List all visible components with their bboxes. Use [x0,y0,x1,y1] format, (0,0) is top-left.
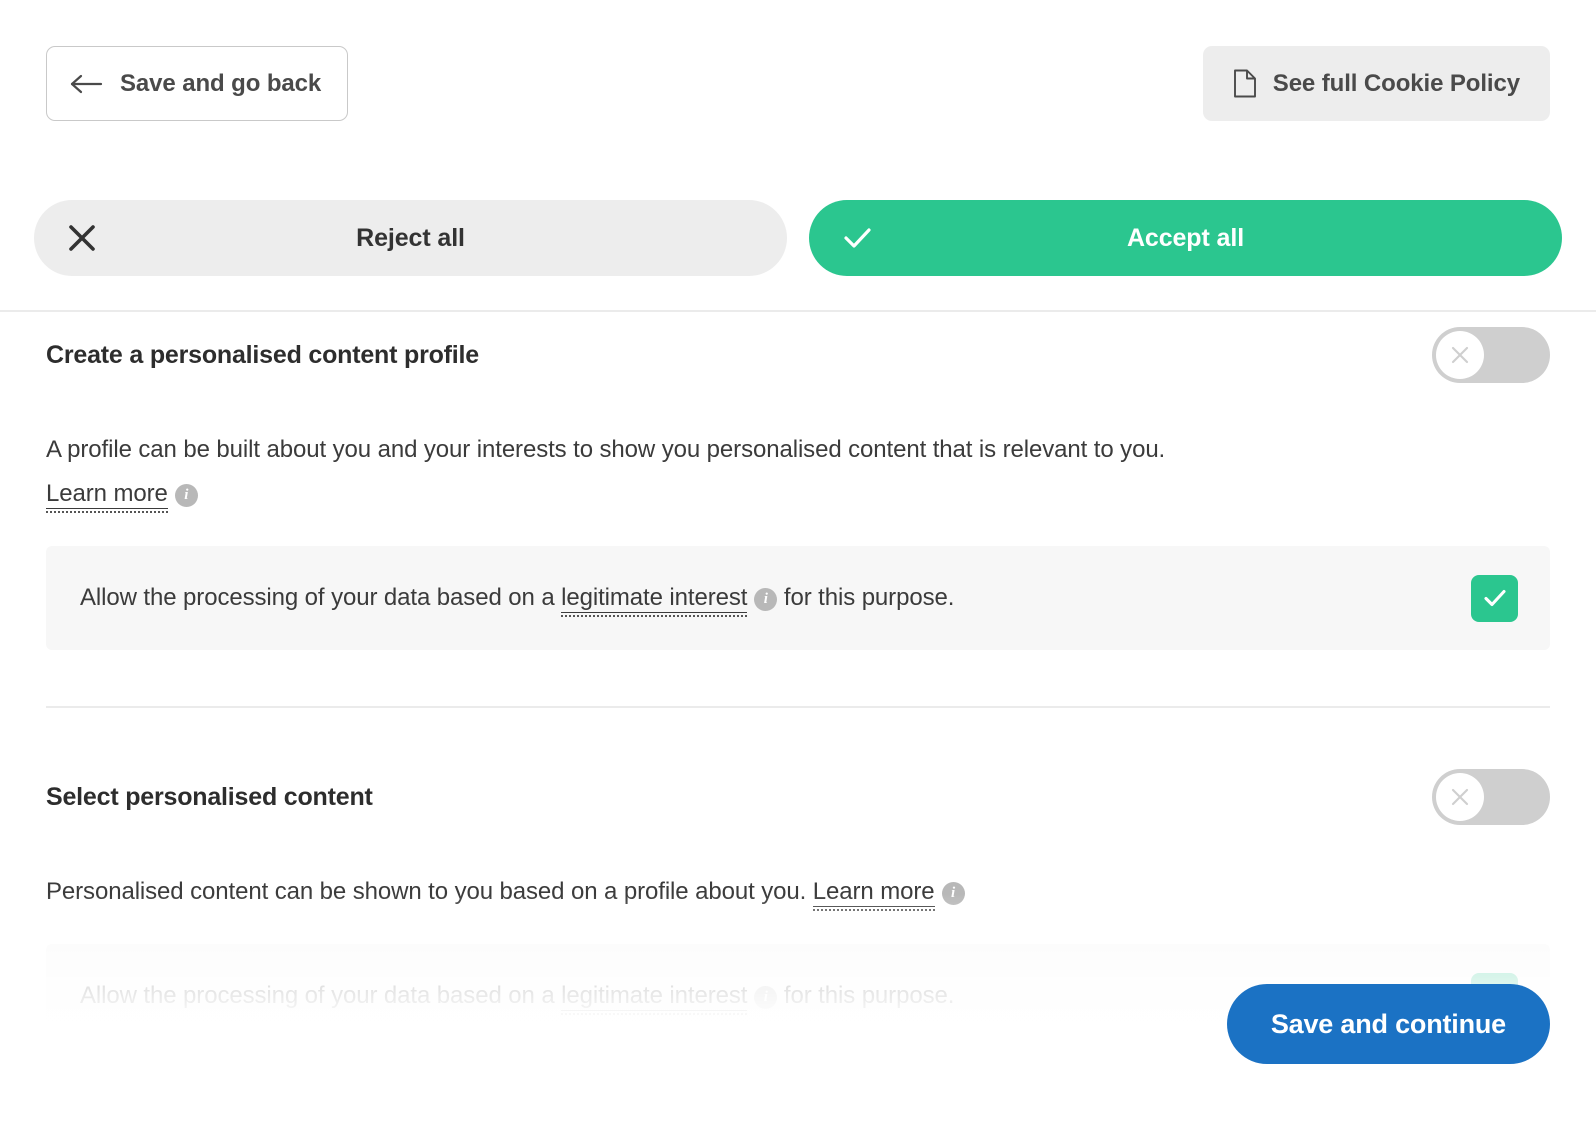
legitimate-interest-text: Allow the processing of your data based … [80,584,955,613]
purpose-description-text: Personalised content can be shown to you… [46,878,807,905]
arrow-left-icon [69,73,103,95]
li-text-after: for this purpose. [777,982,955,1009]
purpose-consent-toggle[interactable] [1432,769,1550,825]
accept-all-label: Accept all [1126,223,1245,252]
consent-action-bar: Reject all Accept all [0,200,1596,276]
reject-all-label: Reject all [356,223,465,252]
purpose-title: Select personalised content [46,782,373,811]
purpose-header: Select personalised content [46,766,1550,828]
purpose-description: A profile can be built about you and you… [46,428,1550,516]
info-icon[interactable]: i [941,882,965,905]
purpose-block: Create a personalised content profile A … [46,312,1550,708]
legitimate-interest-text: Allow the processing of your data based … [80,982,955,1011]
see-full-cookie-policy-button[interactable]: See full Cookie Policy [1202,46,1550,121]
info-icon[interactable]: i [174,484,198,507]
accept-all-button[interactable]: Accept all [809,200,1562,276]
document-icon [1233,69,1257,98]
save-and-continue-button[interactable]: Save and continue [1226,984,1550,1064]
li-text-after: for this purpose. [777,584,955,611]
learn-more-link[interactable]: Learn more [812,878,935,907]
info-icon[interactable]: i [754,986,778,1009]
cookie-consent-panel: Save and go back See full Cookie Policy … [0,0,1596,1124]
toggle-knob [1436,773,1484,821]
purpose-header: Create a personalised content profile [46,324,1550,386]
legitimate-interest-link[interactable]: legitimate interest [561,584,747,613]
learn-more-link[interactable]: Learn more [46,480,168,509]
info-icon[interactable]: i [754,588,778,611]
toggle-knob [1436,331,1484,379]
li-text-before: Allow the processing of your data based … [80,584,562,611]
close-x-icon [1451,788,1469,806]
purpose-title: Create a personalised content profile [46,340,479,369]
purpose-description: Personalised content can be shown to you… [46,870,1550,914]
header-nav-bar: Save and go back See full Cookie Policy [0,0,1596,170]
see-full-cookie-policy-label: See full Cookie Policy [1272,69,1520,97]
save-and-go-back-button[interactable]: Save and go back [46,46,349,121]
li-text-before: Allow the processing of your data based … [80,982,562,1009]
purpose-description-text: A profile can be built about you and you… [46,436,1166,463]
close-x-icon [66,222,98,254]
check-icon [1483,589,1506,607]
check-icon [841,222,873,254]
reject-all-button[interactable]: Reject all [34,200,787,276]
close-x-icon [1451,346,1469,364]
purpose-consent-toggle[interactable] [1432,327,1550,383]
legitimate-interest-checkbox[interactable] [1471,574,1518,622]
save-and-go-back-label: Save and go back [120,69,322,97]
legitimate-interest-link[interactable]: legitimate interest [561,982,747,1011]
legitimate-interest-row: Allow the processing of your data based … [46,546,1550,650]
